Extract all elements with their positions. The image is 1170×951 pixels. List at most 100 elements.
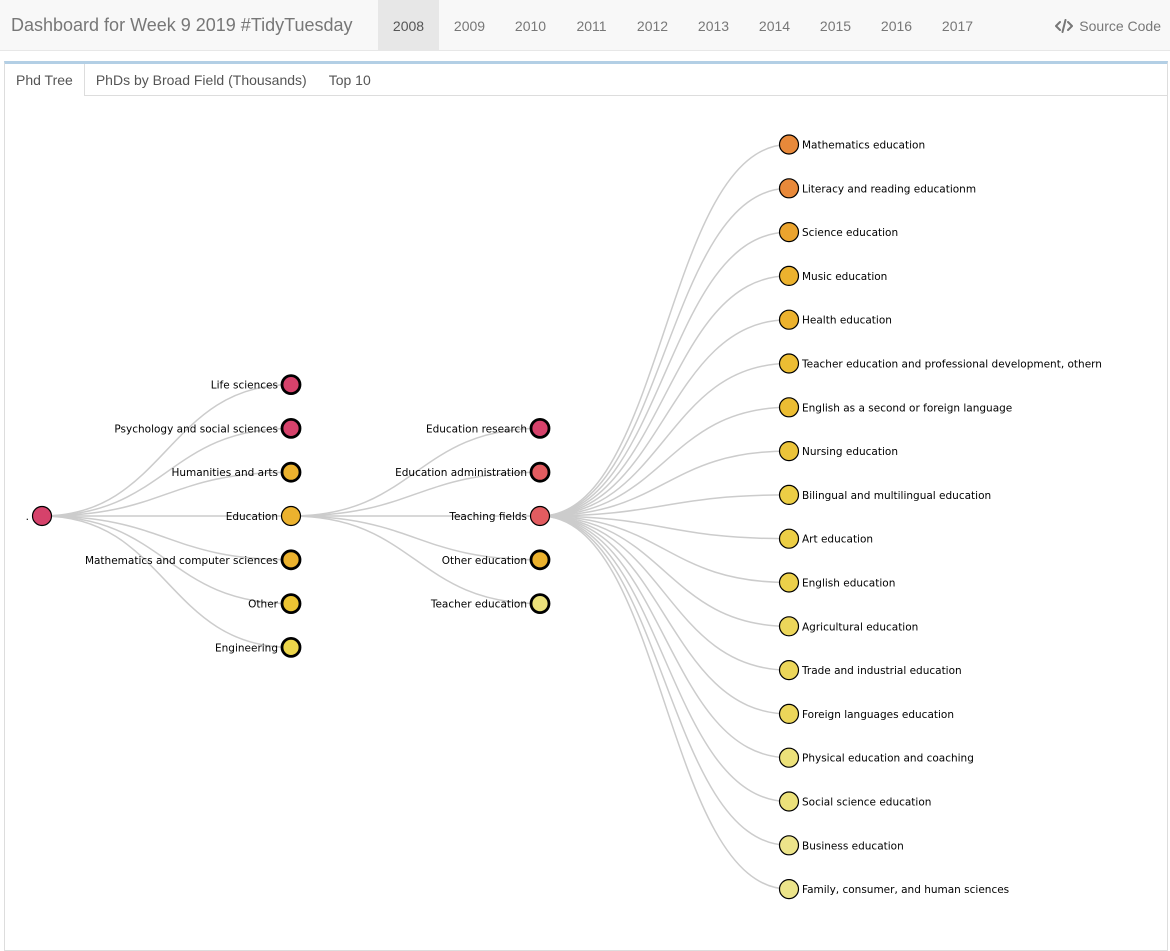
tree-node-business-education[interactable]: Business education — [778, 835, 904, 856]
tree-node-other-circle[interactable] — [280, 593, 302, 614]
tree-node-nursing-education[interactable]: Nursing education — [778, 441, 898, 462]
tree-node-teacher-education-and-professional-development-othern-circle[interactable] — [778, 353, 800, 374]
tree-node-agricultural-education-label: Agricultural education — [802, 621, 918, 633]
tree-node-physical-education-and-coaching-circle[interactable] — [778, 747, 800, 768]
tree-node-family-consumer-and-human-sciences-circle[interactable] — [778, 878, 800, 900]
tree-node-mathematics-education-circle[interactable] — [778, 134, 800, 155]
tree-node-teacher-education-label: Teacher education — [430, 599, 527, 611]
tree-node-science-education-label: Science education — [802, 227, 898, 239]
tree-node-root[interactable]: . — [26, 505, 53, 527]
tree-node-science-education-circle[interactable] — [778, 222, 800, 243]
tree-node-other-label: Other — [248, 599, 278, 611]
tree-node-english-as-a-second-or-foreign-language-circle[interactable] — [778, 397, 800, 418]
tree-node-mathematics-education[interactable]: Mathematics education — [778, 134, 926, 155]
tree-node-bilingual-and-multilingual-education[interactable]: Bilingual and multilingual education — [778, 484, 992, 505]
tree-node-root-circle[interactable] — [31, 505, 53, 527]
link-teaching-teacher-education-and-professional-development-othern — [539, 362, 790, 517]
tree-node-bilingual-and-multilingual-education-circle[interactable] — [778, 484, 800, 505]
tree-node-music-education-label: Music education — [802, 271, 887, 283]
tree-node-other-education-circle[interactable] — [529, 549, 551, 571]
tree-node-business-education-label: Business education — [802, 840, 904, 852]
tree-node-art-education-circle[interactable] — [778, 528, 800, 549]
tree-node-other-education[interactable]: Other education — [442, 549, 551, 571]
tree-node-teacher-education-circle[interactable] — [529, 593, 551, 614]
link-teaching-health-education — [539, 318, 790, 517]
tree-node-life-sciences-circle[interactable] — [280, 374, 302, 396]
tree-node-foreign-languages-education-label: Foreign languages education — [802, 709, 954, 721]
tree-node-mathematics-education-label: Mathematics education — [802, 140, 925, 152]
link-teaching-english-as-a-second-or-foreign-language — [539, 406, 790, 517]
tree-node-science-education[interactable]: Science education — [778, 222, 899, 243]
tree-node-english-education-label: English education — [802, 578, 895, 590]
tree-node-mathematics-and-computer-sciences-circle[interactable] — [280, 549, 302, 571]
tree-node-psychology-and-social-sciences[interactable]: Psychology and social sciences — [114, 417, 302, 439]
tree-node-agricultural-education-circle[interactable] — [778, 616, 800, 637]
tree-node-teaching-fields[interactable]: Teaching fields — [448, 505, 551, 527]
tree-node-family-consumer-and-human-sciences-label: Family, consumer, and human sciences — [802, 884, 1009, 896]
tree-node-english-as-a-second-or-foreign-language[interactable]: English as a second or foreign language — [778, 397, 1013, 418]
link-teaching-literacy-and-reading-educationm — [539, 187, 790, 517]
tree-node-teacher-education-and-professional-development-othern-label: Teacher education and professional devel… — [801, 359, 1102, 371]
tree-node-teacher-education-and-professional-development-othern[interactable]: Teacher education and professional devel… — [778, 353, 1102, 374]
tree-node-physical-education-and-coaching-label: Physical education and coaching — [802, 753, 974, 765]
link-teaching-business-education — [539, 515, 790, 847]
tree-node-education-circle[interactable] — [280, 505, 302, 527]
tree-node-mathematics-and-computer-sciences[interactable]: Mathematics and computer sciences — [85, 549, 302, 571]
tree-node-bilingual-and-multilingual-education-label: Bilingual and multilingual education — [802, 490, 991, 502]
tree-node-mathematics-and-computer-sciences-label: Mathematics and computer sciences — [85, 555, 278, 567]
tree-node-life-sciences-label: Life sciences — [211, 380, 278, 392]
link-teaching-physical-education-and-coaching — [539, 515, 790, 759]
link-teaching-trade-and-industrial-education — [539, 515, 790, 671]
tree-node-education-administration-circle[interactable] — [529, 461, 551, 483]
tree-node-trade-and-industrial-education-label: Trade and industrial education — [801, 665, 962, 677]
tree-node-literacy-and-reading-educationm-label: Literacy and reading educationm — [802, 183, 976, 195]
tree-node-music-education[interactable]: Music education — [778, 265, 888, 286]
tree-node-engineering-label: Engineering — [215, 642, 278, 654]
tree-node-health-education[interactable]: Health education — [778, 309, 892, 330]
tree-node-english-as-a-second-or-foreign-language-label: English as a second or foreign language — [802, 402, 1012, 414]
tree-node-physical-education-and-coaching[interactable]: Physical education and coaching — [778, 747, 974, 768]
tree-node-humanities-and-arts-circle[interactable] — [280, 461, 302, 483]
tree-node-music-education-circle[interactable] — [778, 265, 800, 286]
tree-node-root-label: . — [26, 511, 29, 523]
tree-node-life-sciences[interactable]: Life sciences — [211, 374, 302, 396]
tree-node-teaching-fields-circle[interactable] — [529, 505, 551, 527]
tree-node-english-education-circle[interactable] — [778, 572, 800, 593]
tree-node-education-research-label: Education research — [426, 423, 527, 435]
phd-tree-diagram: . Life sciences Psychology and social scie… — [26, 134, 1102, 900]
tree-node-engineering-circle[interactable] — [280, 637, 302, 658]
tree-node-engineering[interactable]: Engineering — [215, 637, 302, 658]
tree-node-health-education-circle[interactable] — [778, 309, 800, 330]
tree-node-education[interactable]: Education — [226, 505, 302, 527]
tree-node-humanities-and-arts-label: Humanities and arts — [171, 467, 278, 479]
tree-node-foreign-languages-education[interactable]: Foreign languages education — [778, 703, 955, 725]
tree-node-trade-and-industrial-education-circle[interactable] — [778, 659, 800, 681]
link-root-life-sciences — [41, 383, 292, 517]
tree-node-education-label: Education — [226, 511, 278, 523]
tree-node-nursing-education-circle[interactable] — [778, 441, 800, 462]
tree-node-education-research[interactable]: Education research — [426, 417, 551, 439]
link-teaching-foreign-languages-education — [539, 515, 790, 715]
tree-node-foreign-languages-education-circle[interactable] — [778, 703, 800, 725]
tree-node-humanities-and-arts[interactable]: Humanities and arts — [171, 461, 302, 483]
tree-node-psychology-and-social-sciences-label: Psychology and social sciences — [114, 423, 278, 435]
tree-node-social-science-education[interactable]: Social science education — [778, 791, 932, 812]
tree-node-social-science-education-circle[interactable] — [778, 791, 800, 812]
tree-node-business-education-circle[interactable] — [778, 835, 800, 856]
tree-node-education-administration-label: Education administration — [395, 467, 527, 479]
tree-node-education-administration[interactable]: Education administration — [395, 461, 551, 483]
tree-node-english-education[interactable]: English education — [778, 572, 896, 593]
tree-node-literacy-and-reading-educationm-circle[interactable] — [778, 178, 800, 199]
tree-node-art-education-label: Art education — [802, 534, 873, 546]
tree-node-art-education[interactable]: Art education — [778, 528, 874, 549]
tree-node-social-science-education-label: Social science education — [802, 797, 931, 809]
tree-node-literacy-and-reading-educationm[interactable]: Literacy and reading educationm — [778, 178, 977, 199]
tree-node-family-consumer-and-human-sciences[interactable]: Family, consumer, and human sciences — [778, 878, 1010, 900]
link-teaching-music-education — [539, 275, 790, 517]
tree-node-health-education-label: Health education — [802, 315, 892, 327]
tree-node-agricultural-education[interactable]: Agricultural education — [778, 616, 919, 637]
tree-node-trade-and-industrial-education[interactable]: Trade and industrial education — [778, 659, 962, 681]
tree-node-other[interactable]: Other — [248, 593, 302, 614]
tree-node-education-research-circle[interactable] — [529, 417, 551, 439]
tree-node-psychology-and-social-sciences-circle[interactable] — [280, 417, 302, 439]
